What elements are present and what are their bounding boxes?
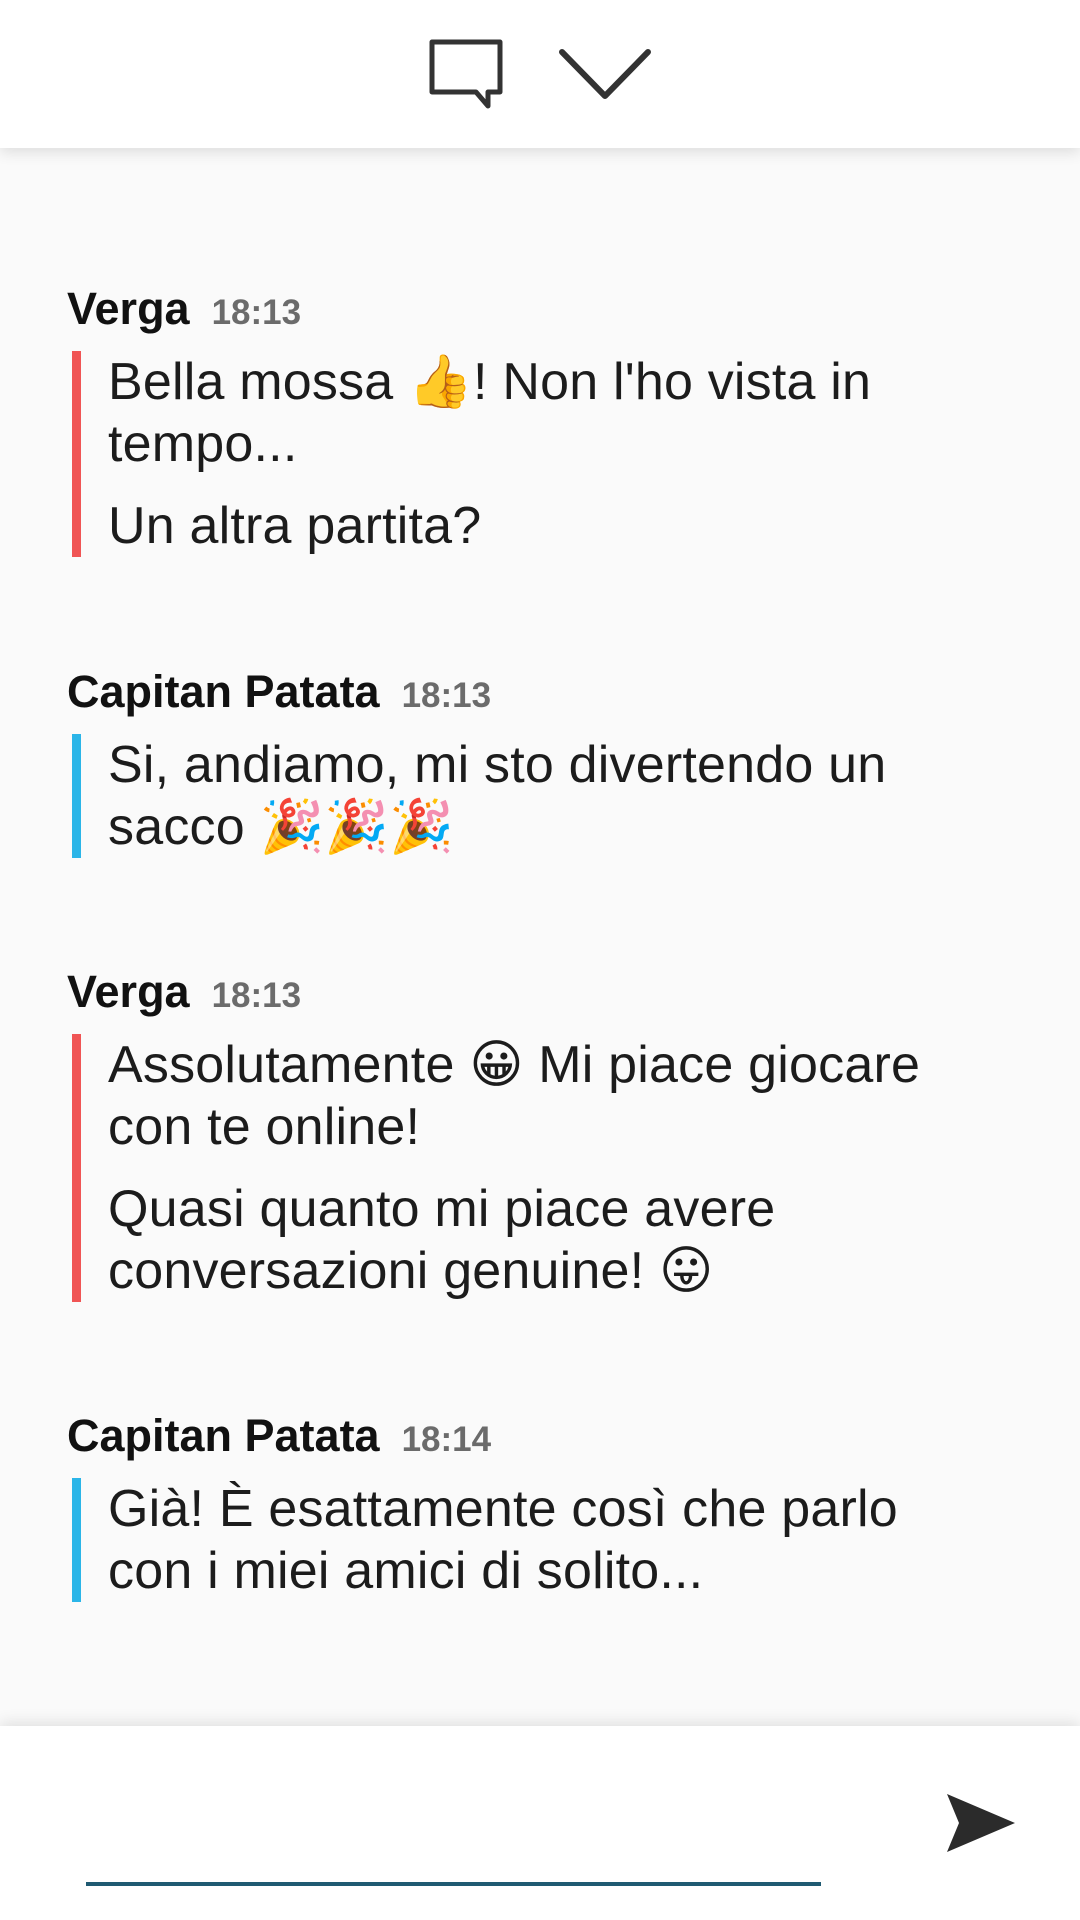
message-input[interactable]	[86, 1746, 821, 1886]
send-icon	[947, 1794, 1015, 1852]
message-time: 18:13	[211, 293, 302, 332]
message-body: Bella mossa 👍! Non l'ho vista in tempo..…	[72, 351, 967, 557]
message-text: Quasi quanto mi piace avere conversazion…	[108, 1180, 776, 1300]
message-header: Capitan Patata 18:13	[67, 666, 967, 718]
chat-message: Capitan Patata 18:14 Già! È esattamente …	[67, 1410, 967, 1602]
chat-message: Verga 18:13 Assolutamente 😀 Mi piace gio…	[67, 966, 967, 1302]
message-header: Verga 18:13	[67, 966, 967, 1018]
message-body: Si, andiamo, mi sto divertendo un sacco …	[72, 734, 967, 858]
chat-message: Verga 18:13 Bella mossa 👍! Non l'ho vist…	[67, 283, 967, 557]
message-author: Capitan Patata	[67, 666, 380, 717]
message-author: Verga	[67, 283, 190, 334]
message-author: Capitan Patata	[67, 1410, 380, 1461]
message-header: Verga 18:13	[67, 283, 967, 335]
message-author: Verga	[67, 966, 190, 1017]
message-header: Capitan Patata 18:14	[67, 1410, 967, 1462]
collapse-chat-button[interactable]	[558, 46, 652, 102]
message-list[interactable]: Verga 18:13 Bella mossa 👍! Non l'ho vist…	[0, 148, 1080, 1726]
top-bar	[0, 0, 1080, 148]
message-text: Bella mossa 👍! Non l'ho vista in tempo..…	[108, 353, 872, 473]
chat-message: Capitan Patata 18:13 Si, andiamo, mi sto…	[67, 666, 967, 858]
message-text: Un altra partita?	[108, 497, 482, 555]
message-text: Già! È esattamente così che parlo con i …	[108, 1480, 898, 1600]
message-body: Già! È esattamente così che parlo con i …	[72, 1478, 967, 1602]
chevron-down-icon	[559, 49, 651, 99]
message-time: 18:13	[401, 676, 492, 715]
message-input-wrapper	[86, 1746, 821, 1886]
speech-bubble-icon	[429, 39, 503, 109]
message-text: Si, andiamo, mi sto divertendo un sacco …	[108, 736, 887, 856]
chat-icon-button[interactable]	[428, 38, 506, 110]
message-text: Assolutamente 😀 Mi piace giocare con te …	[108, 1036, 921, 1156]
message-time: 18:13	[211, 976, 302, 1015]
composer-bar	[0, 1726, 1080, 1920]
send-button[interactable]	[945, 1792, 1017, 1859]
message-time: 18:14	[401, 1420, 492, 1459]
message-body: Assolutamente 😀 Mi piace giocare con te …	[72, 1034, 967, 1302]
chat-screen: Verga 18:13 Bella mossa 👍! Non l'ho vist…	[0, 0, 1080, 1920]
